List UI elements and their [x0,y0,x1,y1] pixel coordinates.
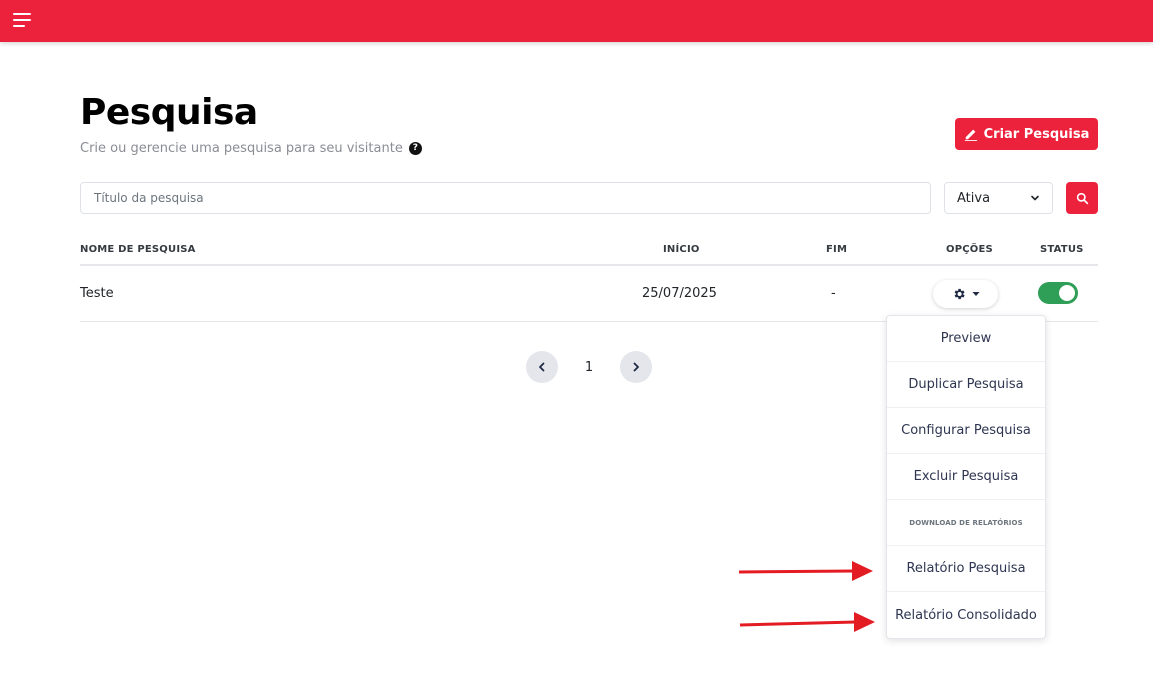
annotation-arrow-survey-report [738,561,873,581]
annotation-arrows [738,561,875,632]
annotation-arrow-consolidated-report [739,612,875,632]
